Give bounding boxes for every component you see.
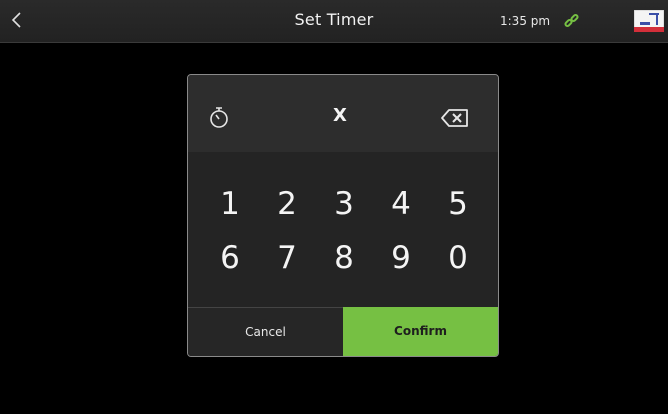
top-bar: Set Timer 1:35 pm xyxy=(0,0,668,43)
key-5[interactable]: 5 xyxy=(438,184,478,224)
flag-icon[interactable] xyxy=(634,10,664,32)
key-0[interactable]: 0 xyxy=(438,238,478,278)
cancel-button[interactable]: Cancel xyxy=(188,307,343,356)
timer-entry-header: X xyxy=(188,75,498,152)
key-8[interactable]: 8 xyxy=(324,238,364,278)
number-keypad: 1 2 3 4 5 6 7 8 9 0 xyxy=(188,152,498,307)
key-1[interactable]: 1 xyxy=(210,184,250,224)
key-9[interactable]: 9 xyxy=(381,238,421,278)
backspace-icon[interactable] xyxy=(440,107,470,129)
clock-time: 1:35 pm xyxy=(500,14,551,28)
link-icon xyxy=(564,13,579,28)
timer-value-display: X xyxy=(333,105,347,126)
confirm-button[interactable]: Confirm xyxy=(343,307,498,356)
key-3[interactable]: 3 xyxy=(324,184,364,224)
key-2[interactable]: 2 xyxy=(267,184,307,224)
key-7[interactable]: 7 xyxy=(267,238,307,278)
key-6[interactable]: 6 xyxy=(210,238,250,278)
set-timer-dialog: X 1 2 3 4 5 6 7 8 9 0 Cancel Confirm xyxy=(187,74,499,357)
key-4[interactable]: 4 xyxy=(381,184,421,224)
stopwatch-icon xyxy=(210,107,228,128)
